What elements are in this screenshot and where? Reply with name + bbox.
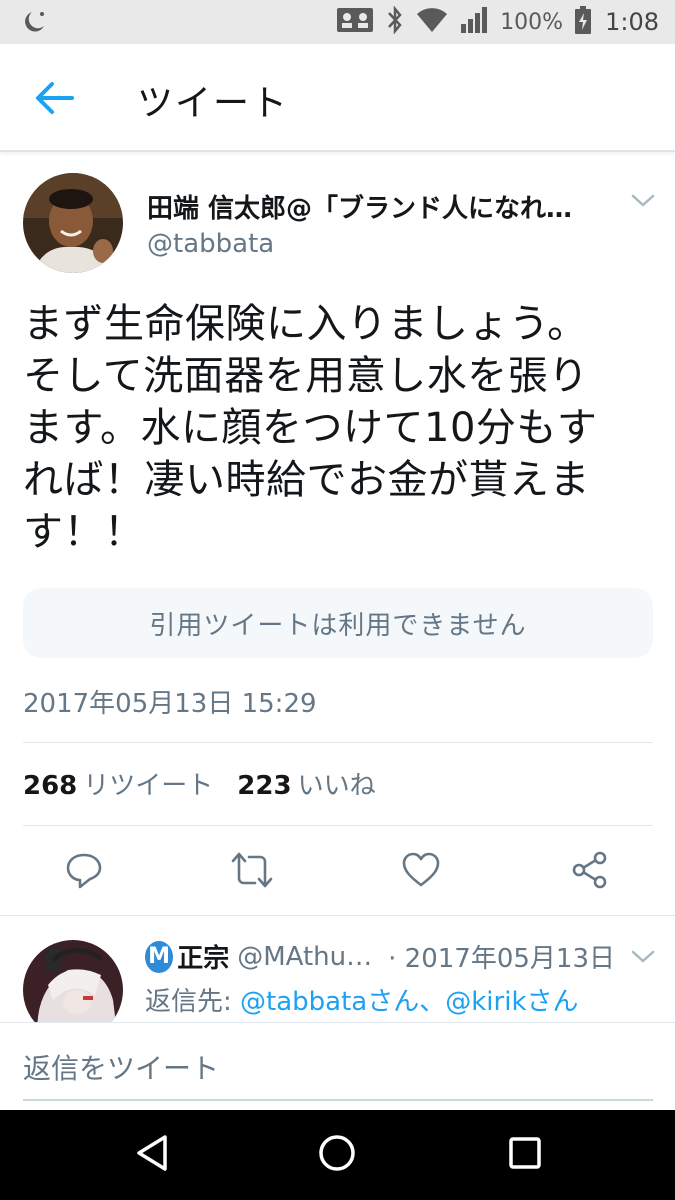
quote-unavailable-box: 引用ツイートは利用できません	[23, 588, 653, 658]
retweet-icon	[230, 850, 274, 894]
nav-recents-button[interactable]	[502, 1132, 548, 1178]
back-arrow-icon	[34, 81, 74, 119]
reply-to-label: 返信先:	[145, 987, 232, 1017]
battery-percent: 100%	[500, 9, 564, 35]
reply-header: M 正宗 @MAthu… · 2017年05月13日	[145, 938, 615, 975]
reply-to: 返信先: @tabbataさん、@kirikさん	[145, 981, 579, 1018]
tweet-text-line: ます。水に顔をつけて10分もす	[23, 405, 598, 451]
mention-link[interactable]: @kirikさん	[445, 987, 578, 1017]
like-icon	[401, 850, 441, 894]
app-header: ツイート	[0, 44, 675, 152]
author-name[interactable]: 田端 信太郎@「ブランド人になれ…	[147, 188, 602, 225]
share-icon	[570, 850, 610, 894]
navigation-bar	[0, 1110, 675, 1200]
mention-link[interactable]: @tabbataさん	[240, 987, 419, 1017]
reply-author-name[interactable]: 正宗	[177, 938, 229, 975]
reply-author-handle[interactable]: @MAthu…	[237, 942, 372, 972]
reply-timestamp: · 2017年05月13日	[388, 944, 615, 974]
retweet-stat[interactable]: 268 リツイート	[23, 765, 213, 802]
battery-icon	[575, 6, 592, 38]
tweet-text-line: そして洗面器を用意し水を張り	[23, 353, 589, 399]
input-underline	[23, 1099, 653, 1101]
author-handle[interactable]: @tabbata	[147, 229, 274, 259]
status-icons: 100% 1:08	[336, 0, 659, 44]
like-button[interactable]	[399, 850, 443, 894]
tweet-text-line: まず生命保険に入りましょう。	[23, 301, 588, 347]
tweet-actions	[0, 840, 675, 904]
tweet-text: まず生命保険に入りましょう。 そして洗面器を用意し水を張り ます。水に顔をつけて…	[23, 298, 653, 558]
divider	[0, 915, 675, 916]
mention-separator: 、	[419, 987, 446, 1017]
sim-card-icon	[336, 6, 374, 38]
tweet-text-line: れば！凄い時給でお金が貰えま	[23, 457, 590, 503]
m-badge-icon: M	[145, 940, 174, 973]
wifi-icon	[416, 6, 448, 38]
divider	[23, 825, 653, 826]
tweet-text-line: す！！	[23, 509, 145, 555]
nav-back-button[interactable]	[128, 1132, 174, 1178]
reply-icon	[64, 850, 104, 894]
square-recents-icon	[507, 1135, 543, 1175]
like-stat[interactable]: 223 いいね	[237, 765, 375, 802]
nav-home-button[interactable]	[314, 1132, 360, 1178]
clock: 1:08	[605, 8, 659, 36]
author-avatar[interactable]	[23, 173, 123, 273]
divider	[23, 742, 653, 743]
page-title: ツイート	[137, 83, 290, 124]
retweet-button[interactable]	[230, 850, 274, 894]
moon-icon	[18, 8, 50, 36]
tweet-stats: 268 リツイート 223 いいね	[23, 765, 376, 802]
signal-icon	[460, 6, 488, 38]
reply-input[interactable]: 返信をツイート	[23, 1047, 219, 1087]
share-button[interactable]	[568, 850, 612, 894]
triangle-back-icon	[133, 1133, 169, 1177]
tweet-timestamp: 2017年05月13日 15:29	[23, 689, 317, 719]
status-bar: 100% 1:08	[0, 0, 675, 44]
reply-button[interactable]	[62, 850, 106, 894]
bluetooth-icon	[386, 5, 404, 39]
reply-compose-bar: 返信をツイート	[0, 1022, 675, 1110]
chevron-down-icon[interactable]	[628, 188, 658, 214]
circle-home-icon	[317, 1133, 357, 1177]
back-button[interactable]	[30, 76, 78, 124]
chevron-down-icon[interactable]	[628, 944, 658, 970]
